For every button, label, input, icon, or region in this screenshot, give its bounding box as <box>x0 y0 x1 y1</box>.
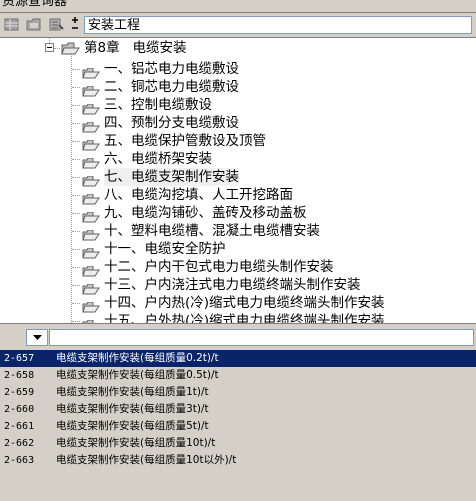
result-code: 2-663 <box>4 455 35 466</box>
tree-item-label: 七、电缆支架制作安装 <box>104 168 239 186</box>
tree-item-label: 四、预制分支电缆敷设 <box>104 115 239 131</box>
tree-line <box>54 48 60 49</box>
title-bar: 资源查询器 <box>0 0 476 13</box>
tree-item-label: 九、电缆沟铺砂、盖砖及移动盖板 <box>104 205 307 221</box>
tree-item[interactable]: 十五、户外热(冷)缩式电力电缆终端头制作安装 <box>0 312 476 324</box>
tree-item[interactable]: 十、塑料电缆槽、混凝土电缆槽安装 <box>0 222 476 241</box>
tree-item[interactable]: 六、电缆桥架安装 <box>0 150 476 169</box>
result-row[interactable]: 2-663 电缆支架制作安装(每组质量10t以外)/t <box>0 452 476 469</box>
tree-line <box>72 87 80 88</box>
tree-item-label: 一、铝芯电力电缆敷设 <box>104 61 239 77</box>
tree-item[interactable]: 二、铜芯电力电缆敷设 <box>0 78 476 97</box>
tree-item[interactable]: 十一、电缆安全防护 <box>0 240 476 259</box>
chapter-tree[interactable]: 第8章 电缆安装 一、铝芯电力电缆敷设 二、铜芯电力电缆敷设 三、控制电缆敷设四、预… <box>0 38 476 324</box>
tree-item-label: 十一、电缆安全防护 <box>104 241 226 257</box>
tree-chapter-label[interactable]: 第8章 电缆安装 <box>84 39 186 57</box>
tree-line <box>72 105 80 106</box>
result-name: 电缆支架制作安装(每组质量1t)/t <box>56 386 209 398</box>
result-row[interactable]: 2-661 电缆支架制作安装(每组质量5t)/t <box>0 418 476 435</box>
project-type-value: 安装工程 <box>88 18 141 33</box>
result-name: 电缆支架制作安装(每组质量3t)/t <box>56 403 209 415</box>
expand-collapse-icon[interactable] <box>69 16 81 33</box>
result-code: 2-658 <box>4 370 35 381</box>
tree-item-label: 三、控制电缆敷设 <box>104 97 212 113</box>
grid-icon[interactable] <box>3 16 21 33</box>
result-row[interactable]: 2-662 电缆支架制作安装(每组质量10t)/t <box>0 435 476 452</box>
tree-line <box>72 159 80 160</box>
filter-input[interactable] <box>49 329 474 346</box>
tree-item[interactable]: 十四、户内热(冷)缩式电力电缆终端头制作安装 <box>0 294 476 313</box>
tree-item-label: 十二、户内干包式电力电缆头制作安装 <box>104 259 334 275</box>
result-name: 电缆支架制作安装(每组质量0.5t)/t <box>56 369 219 381</box>
tree-item[interactable]: 十二、户内干包式电力电缆头制作安装 <box>0 258 476 277</box>
result-name: 电缆支架制作安装(每组质量0.2t)/t <box>56 352 219 364</box>
result-name: 电缆支架制作安装(每组质量10t以外)/t <box>56 454 237 466</box>
result-code: 2-657 <box>4 353 35 364</box>
tree-item-label: 二、铜芯电力电缆敷设 <box>104 79 239 95</box>
result-row[interactable]: 2-660 电缆支架制作安装(每组质量3t)/t <box>0 401 476 418</box>
list-tools-icon[interactable] <box>47 16 65 33</box>
toolbar: 安装工程 <box>0 13 476 38</box>
tree-item[interactable]: 八、电缆沟挖填、人工开挖路面 <box>0 186 476 205</box>
filter-bar <box>0 326 476 348</box>
tree-line <box>72 231 80 232</box>
tree-item[interactable]: 五、电缆保护管敷设及顶管 <box>0 132 476 151</box>
tree-item[interactable]: 十三、户内浇注式电力电缆终端头制作安装 <box>0 276 476 295</box>
tree-item[interactable]: 三、控制电缆敷设 <box>0 96 476 115</box>
result-code: 2-659 <box>4 387 35 398</box>
result-row[interactable]: 2-657 电缆支架制作安装(每组质量0.2t)/t <box>0 350 476 367</box>
folder-icon[interactable] <box>25 16 43 33</box>
tree-line <box>72 177 80 178</box>
tree-item-label: 六、电缆桥架安装 <box>104 151 212 167</box>
tree-line <box>72 195 80 196</box>
tree-line <box>72 141 80 142</box>
collapse-toggle[interactable] <box>45 43 54 52</box>
tree-item-label: 八、电缆沟挖填、人工开挖路面 <box>104 187 293 203</box>
tree-line <box>72 123 80 124</box>
tree-item-label: 十、塑料电缆槽、混凝土电缆槽安装 <box>104 223 320 239</box>
result-row[interactable]: 2-659 电缆支架制作安装(每组质量1t)/t <box>0 384 476 401</box>
result-code: 2-662 <box>4 438 35 449</box>
tree-item-label: 十三、户内浇注式电力电缆终端头制作安装 <box>104 277 361 293</box>
tree-item-label: 十四、户内热(冷)缩式电力电缆终端头制作安装 <box>104 295 385 311</box>
tree-line <box>72 303 80 304</box>
tree-line <box>72 213 80 214</box>
tree-item[interactable]: 一、铝芯电力电缆敷设 <box>0 60 476 79</box>
result-code: 2-661 <box>4 421 35 432</box>
filter-dropdown[interactable] <box>26 329 48 346</box>
chevron-down-icon <box>33 335 42 340</box>
result-list[interactable]: 2-657 电缆支架制作安装(每组质量0.2t)/t 2-658 电缆支架制作安装(每… <box>0 348 476 501</box>
tree-item[interactable]: 四、预制分支电缆敷设 <box>0 114 476 133</box>
tree-line <box>72 267 80 268</box>
tree-line <box>72 69 80 70</box>
tree-line <box>72 285 80 286</box>
project-type-combo[interactable]: 安装工程 <box>84 16 472 34</box>
result-code: 2-660 <box>4 404 35 415</box>
tree-line <box>72 321 80 322</box>
tree-line <box>72 249 80 250</box>
window-title: 资源查询器 <box>2 0 68 9</box>
result-name: 电缆支架制作安装(每组质量10t)/t <box>56 437 216 449</box>
folder-icon <box>82 316 100 323</box>
result-row[interactable]: 2-658 电缆支架制作安装(每组质量0.5t)/t <box>0 367 476 384</box>
tree-item[interactable]: 九、电缆沟铺砂、盖砖及移动盖板 <box>0 204 476 223</box>
open-folder-icon <box>61 41 81 60</box>
tree-item[interactable]: 七、电缆支架制作安装 <box>0 168 476 187</box>
result-name: 电缆支架制作安装(每组质量5t)/t <box>56 420 209 432</box>
tree-item-label: 五、电缆保护管敷设及顶管 <box>104 133 266 149</box>
tree-item-label: 十五、户外热(冷)缩式电力电缆终端头制作安装 <box>104 313 385 324</box>
